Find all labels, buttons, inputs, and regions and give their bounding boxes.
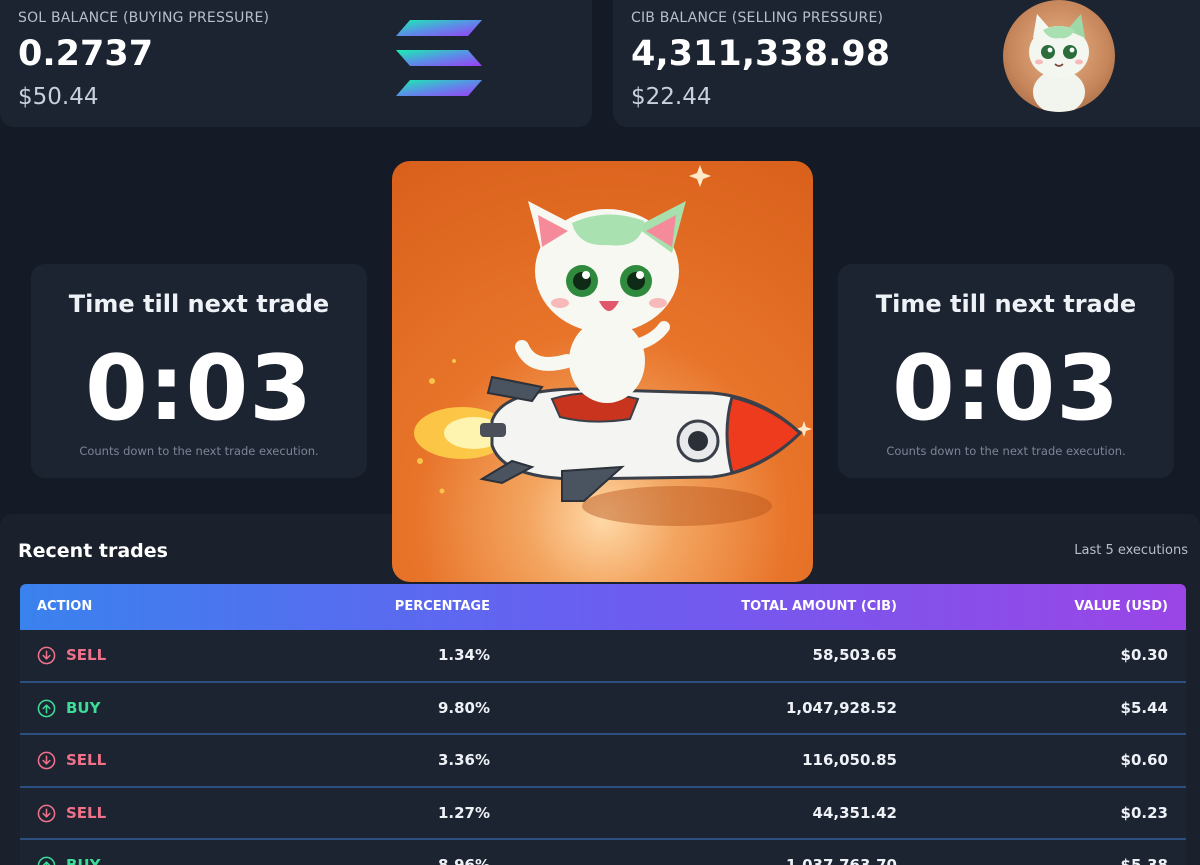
timer-subtitle: Counts down to the next trade execution. xyxy=(79,444,319,458)
trade-action-label: SELL xyxy=(66,803,107,822)
trade-value: $0.23 xyxy=(1120,803,1168,822)
trade-value: $0.30 xyxy=(1120,646,1168,664)
rocket-cat-illustration xyxy=(392,161,813,582)
table-row: SELL 1.27% 44,351.42 $0.23 xyxy=(20,787,1186,840)
trades-table-header: ACTION PERCENTAGE TOTAL AMOUNT (CIB) VAL… xyxy=(20,584,1186,630)
trade-action-label: SELL xyxy=(66,751,107,769)
trade-action-label: BUY xyxy=(66,698,101,717)
trade-action: SELL xyxy=(37,735,106,786)
arrow-down-circle-icon xyxy=(37,646,56,665)
sol-balance-label: SOL BALANCE (BUYING PRESSURE) xyxy=(18,10,270,26)
column-header-percentage: PERCENTAGE xyxy=(394,599,490,614)
cib-balance-label: CIB BALANCE (SELLING PRESSURE) xyxy=(631,10,884,26)
cat-avatar-icon xyxy=(1003,0,1115,112)
trade-amount: 1,037,763.70 xyxy=(785,856,897,865)
cib-balance-card: CIB BALANCE (SELLING PRESSURE) 4,311,338… xyxy=(613,0,1200,127)
table-row: SELL 1.34% 58,503.65 $0.30 xyxy=(20,630,1186,683)
trade-amount: 58,503.65 xyxy=(812,646,897,664)
rocket-cat-image xyxy=(414,165,812,526)
recent-trades-title: Recent trades xyxy=(18,540,168,562)
sol-balance-card: SOL BALANCE (BUYING PRESSURE) 0.2737 $50… xyxy=(0,0,592,127)
table-row: SELL 3.36% 116,050.85 $0.60 xyxy=(20,735,1186,788)
trade-action-label: SELL xyxy=(66,646,107,664)
trade-action: SELL xyxy=(37,630,106,681)
trades-table: ACTION PERCENTAGE TOTAL AMOUNT (CIB) VAL… xyxy=(20,584,1186,865)
trade-action: SELL xyxy=(37,788,106,839)
arrow-up-circle-icon xyxy=(37,856,56,865)
trade-amount: 116,050.85 xyxy=(802,751,897,769)
column-header-value: VALUE (USD) xyxy=(1074,599,1168,614)
trade-value: $0.60 xyxy=(1120,751,1168,769)
trade-percentage: 8.96% xyxy=(437,856,490,865)
trade-percentage: 3.36% xyxy=(437,751,490,769)
column-header-action: ACTION xyxy=(37,599,93,614)
trade-action: BUY xyxy=(37,840,100,865)
timer-subtitle: Counts down to the next trade execution. xyxy=(886,444,1126,458)
trade-percentage: 9.80% xyxy=(437,698,490,717)
timer-card-right: Time till next trade 0:03 Counts down to… xyxy=(838,264,1174,478)
timer-countdown: 0:03 xyxy=(892,336,1120,441)
table-row: BUY 9.80% 1,047,928.52 $5.44 xyxy=(20,682,1186,735)
recent-trades-subtitle: Last 5 executions xyxy=(1074,543,1188,558)
timer-card-left: Time till next trade 0:03 Counts down to… xyxy=(31,264,367,478)
arrow-down-circle-icon xyxy=(37,804,56,822)
arrow-up-circle-icon xyxy=(37,699,56,717)
trade-amount: 44,351.42 xyxy=(812,803,897,822)
trade-amount: 1,047,928.52 xyxy=(785,698,897,717)
trade-percentage: 1.27% xyxy=(437,803,490,822)
timer-title: Time till next trade xyxy=(68,290,330,318)
trade-value: $5.38 xyxy=(1120,856,1168,865)
timer-title: Time till next trade xyxy=(875,290,1137,318)
sol-balance-amount: 0.2737 xyxy=(18,34,154,74)
table-row: BUY 8.96% 1,037,763.70 $5.38 xyxy=(20,840,1186,865)
trade-action-label: BUY xyxy=(66,856,101,865)
trade-percentage: 1.34% xyxy=(437,646,490,664)
cib-balance-amount: 4,311,338.98 xyxy=(631,34,891,74)
sol-balance-usd: $50.44 xyxy=(18,84,99,110)
arrow-down-circle-icon xyxy=(37,751,56,770)
cib-balance-usd: $22.44 xyxy=(631,84,712,110)
column-header-total-amount: TOTAL AMOUNT (CIB) xyxy=(741,599,897,614)
solana-logo-icon xyxy=(396,20,482,96)
trade-action: BUY xyxy=(37,683,100,734)
timer-countdown: 0:03 xyxy=(85,336,313,441)
trade-value: $5.44 xyxy=(1120,698,1168,717)
